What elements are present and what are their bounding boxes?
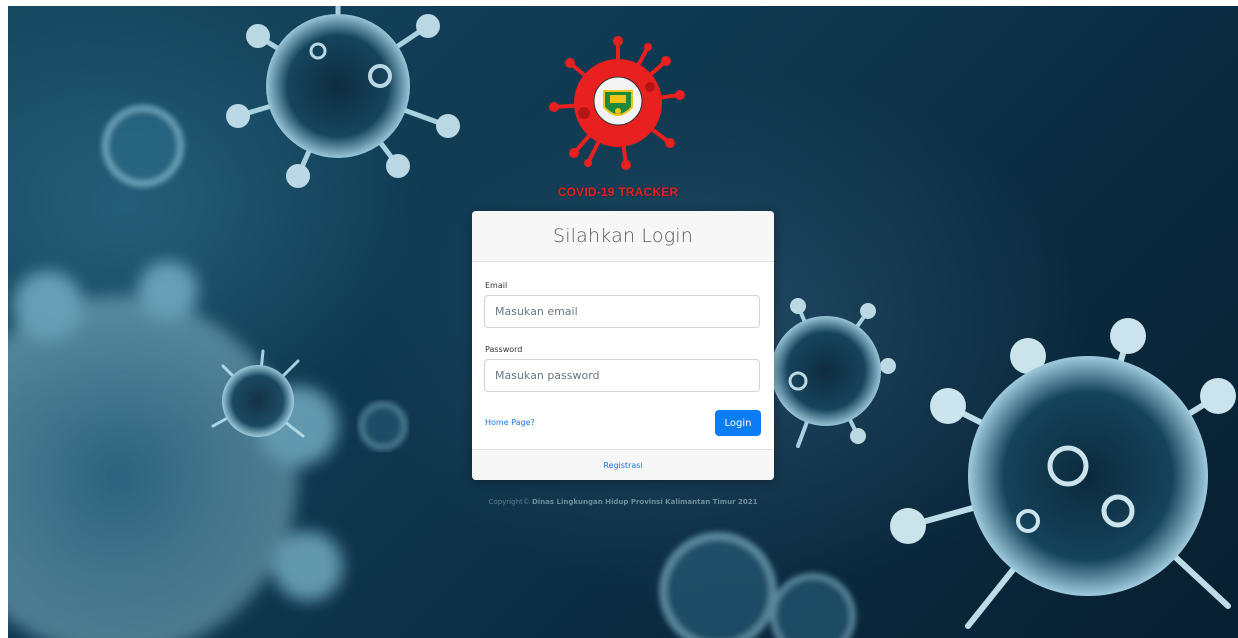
email-input[interactable]: [484, 295, 760, 328]
register-link[interactable]: Registrasi: [603, 461, 642, 470]
covid-tracker-logo: [549, 36, 685, 170]
password-label: Password: [485, 345, 523, 354]
login-card-footer: Registrasi: [472, 449, 774, 480]
copyright-text: Copyright© Dinas Lingkungan Hidup Provin…: [448, 498, 798, 506]
login-form: Email Password Home Page? Login: [472, 262, 774, 449]
copyright-org: Dinas Lingkungan Hidup Provinsi Kalimant…: [531, 498, 758, 506]
login-button[interactable]: Login: [715, 410, 761, 436]
login-card-header: Silahkan Login: [472, 211, 774, 262]
login-card: Silahkan Login Email Password Home Page?…: [472, 211, 774, 480]
email-label: Email: [485, 281, 508, 290]
home-page-link[interactable]: Home Page?: [485, 418, 535, 427]
password-input[interactable]: [484, 359, 760, 392]
brand-title: COVID-19 TRACKER: [557, 185, 679, 199]
copyright-prefix: Copyright©: [488, 498, 532, 506]
login-page: COVID-19 TRACKER Silahkan Login Email Pa…: [8, 6, 1238, 638]
login-heading: Silahkan Login: [552, 225, 694, 247]
